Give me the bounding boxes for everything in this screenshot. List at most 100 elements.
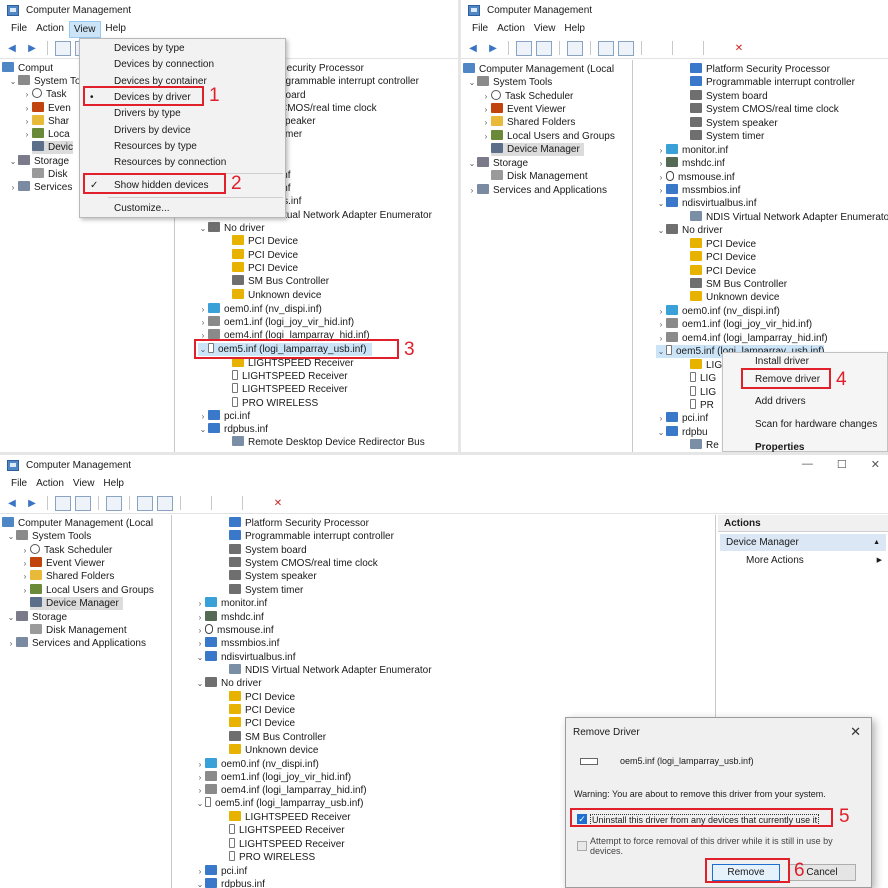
oem0-row[interactable]: › oem0.inf (nv_dispi.inf) [195, 758, 319, 771]
ndisvirtualbus-row[interactable]: ⌄ ndisvirtualbus.inf [195, 651, 295, 664]
chevron-right-icon[interactable]: › [20, 557, 30, 570]
help-icon[interactable] [137, 495, 153, 511]
more-actions[interactable]: More Actions ▶ [746, 553, 882, 568]
tree-task-scheduler[interactable]: › Task Scheduler [20, 544, 112, 557]
device-row[interactable]: Platform Security Processor [690, 63, 830, 76]
lightspeed-row[interactable]: LIGHTSPEED Receiver [229, 838, 345, 851]
pci-device-row[interactable]: PCI Device [690, 251, 756, 264]
rdpbus-row[interactable]: ⌄ rdpbus.inf [195, 878, 265, 888]
tree-disk-management[interactable]: Disk [32, 168, 67, 181]
tree-event-viewer[interactable]: › Event Viewer [481, 103, 566, 116]
monitor-inf-row[interactable]: › monitor.inf [656, 144, 728, 157]
back-icon[interactable]: ◀ [4, 496, 20, 511]
uninstall-icon[interactable]: ✕ [270, 496, 286, 511]
pci-device-row[interactable]: PCI Device [229, 717, 295, 730]
tree-event-viewer[interactable]: › Event Viewer [20, 557, 105, 570]
chevron-down-icon[interactable]: ⌄ [656, 345, 666, 358]
unknown-device-row[interactable]: Unknown device [229, 744, 318, 757]
chevron-right-icon[interactable]: › [22, 128, 32, 141]
device-row[interactable]: System board [690, 90, 768, 103]
chevron-right-icon[interactable]: › [195, 784, 205, 797]
up-folder-icon[interactable] [516, 40, 532, 56]
chevron-down-icon[interactable]: ⌄ [198, 423, 208, 436]
device-row[interactable]: System board [229, 544, 307, 557]
chevron-right-icon[interactable]: › [20, 584, 30, 597]
menu-item-properties[interactable]: Properties [723, 440, 887, 452]
chevron-right-icon[interactable]: › [467, 184, 477, 197]
lightspeed-row[interactable]: LIG [690, 386, 716, 399]
tree-device-manager[interactable]: Devic [32, 141, 74, 154]
tree-system-tools[interactable]: ⌄ System Tools [6, 530, 91, 543]
unknown-device-row[interactable]: Unknown device [232, 289, 321, 302]
oem0-row[interactable]: › oem0.inf (nv_dispi.inf) [656, 305, 780, 318]
tree-shared-folders[interactable]: › Shared Folders [481, 116, 575, 129]
ndisvirtualbus-row[interactable]: ⌄ ndisvirtualbus.inf [656, 197, 756, 210]
chevron-right-icon[interactable]: › [481, 103, 491, 116]
chevron-right-icon[interactable]: › [198, 303, 208, 316]
device-row[interactable]: Programmable interrupt controller [690, 76, 855, 89]
chevron-down-icon[interactable]: ⌄ [195, 878, 205, 888]
show-hide-tree-icon[interactable] [75, 495, 91, 511]
close-icon[interactable]: ✕ [871, 458, 880, 471]
menu-item-resources-by-type[interactable]: Resources by type [80, 139, 285, 155]
menu-action[interactable]: Action [32, 21, 69, 38]
chevron-right-icon[interactable]: › [22, 88, 32, 101]
tree-services[interactable]: › Services and Applications [6, 637, 146, 650]
sm-bus-row[interactable]: SM Bus Controller [229, 731, 326, 744]
pro-wireless-row[interactable]: PRO WIRELESS [229, 851, 315, 864]
chevron-down-icon[interactable]: ⌄ [195, 651, 205, 664]
device-row[interactable]: ogrammable interrupt controller [280, 75, 419, 88]
monitor-icon[interactable] [219, 496, 235, 511]
pci-inf-row[interactable]: › pci.inf [195, 865, 247, 878]
pci-device-row[interactable]: PCI Device [229, 691, 295, 704]
menu-help[interactable]: Help [101, 21, 131, 38]
tree-root[interactable]: Computer Management (Local [463, 63, 614, 76]
maximize-icon[interactable]: ☐ [837, 458, 847, 471]
sm-bus-row[interactable]: SM Bus Controller [232, 275, 329, 288]
menu-item-customize[interactable]: Customize... [80, 201, 285, 217]
show-hide-tree-icon[interactable] [536, 40, 552, 56]
chevron-right-icon[interactable]: › [656, 157, 666, 170]
sm-bus-row[interactable]: SM Bus Controller [690, 278, 787, 291]
chevron-right-icon[interactable]: › [20, 544, 30, 557]
unknown-device-row[interactable]: Unknown device [690, 291, 779, 304]
device-row[interactable]: System CMOS/real time clock [229, 557, 378, 570]
tree-system-tools[interactable]: ⌄ System Tools [467, 76, 552, 89]
tree-task-scheduler[interactable]: › Task [22, 88, 67, 101]
chevron-down-icon[interactable]: ⌄ [8, 155, 18, 168]
pro-wireless-row[interactable]: PR [690, 399, 714, 412]
tree-event-viewer[interactable]: › Even [22, 102, 71, 115]
tree-local-users[interactable]: › Local Users and Groups [481, 130, 615, 143]
chevron-right-icon[interactable]: › [8, 181, 18, 194]
mssmbios-inf-row[interactable]: › mssmbios.inf [195, 637, 279, 650]
pci-device-row[interactable]: PCI Device [229, 704, 295, 717]
oem1-row[interactable]: › oem1.inf (logi_joy_vir_hid.inf) [656, 318, 812, 331]
tree-disk-management[interactable]: Disk Management [491, 170, 588, 183]
back-icon[interactable]: ◀ [4, 41, 20, 56]
device-row[interactable]: System timer [690, 130, 764, 143]
tree-device-manager[interactable]: Device Manager [491, 143, 584, 156]
menu-view[interactable]: View [530, 21, 561, 38]
chevron-right-icon[interactable]: › [656, 305, 666, 318]
no-driver-row[interactable]: ⌄ No driver [656, 224, 723, 237]
chevron-right-icon[interactable]: › [195, 771, 205, 784]
back-icon[interactable]: ◀ [465, 41, 481, 56]
tree-local-users[interactable]: › Loca [22, 128, 70, 141]
menu-item-scan-hardware[interactable]: Scan for hardware changes [723, 417, 887, 433]
printer-icon[interactable] [649, 41, 665, 56]
tree-disk-management[interactable]: Disk Management [30, 624, 127, 637]
menu-action[interactable]: Action [493, 21, 530, 38]
oem4-row[interactable]: › oem4.inf (logi_lamparray_hid.inf) [656, 332, 828, 345]
rdp-redirector-row[interactable]: Re [690, 439, 719, 452]
device-row[interactable]: Security Processor [280, 62, 364, 75]
chevron-right-icon[interactable]: › [6, 637, 16, 650]
tree-services[interactable]: › Services and Applications [467, 184, 607, 197]
chevron-right-icon[interactable]: › [195, 758, 205, 771]
view-icon[interactable] [618, 40, 634, 56]
minimize-icon[interactable]: — [802, 458, 813, 471]
properties-icon[interactable] [106, 495, 122, 511]
monitor-inf-row[interactable]: › monitor.inf [195, 597, 267, 610]
chevron-right-icon[interactable]: › [198, 316, 208, 329]
monitor-icon[interactable] [680, 41, 696, 56]
chevron-down-icon[interactable]: ⌄ [656, 224, 666, 237]
